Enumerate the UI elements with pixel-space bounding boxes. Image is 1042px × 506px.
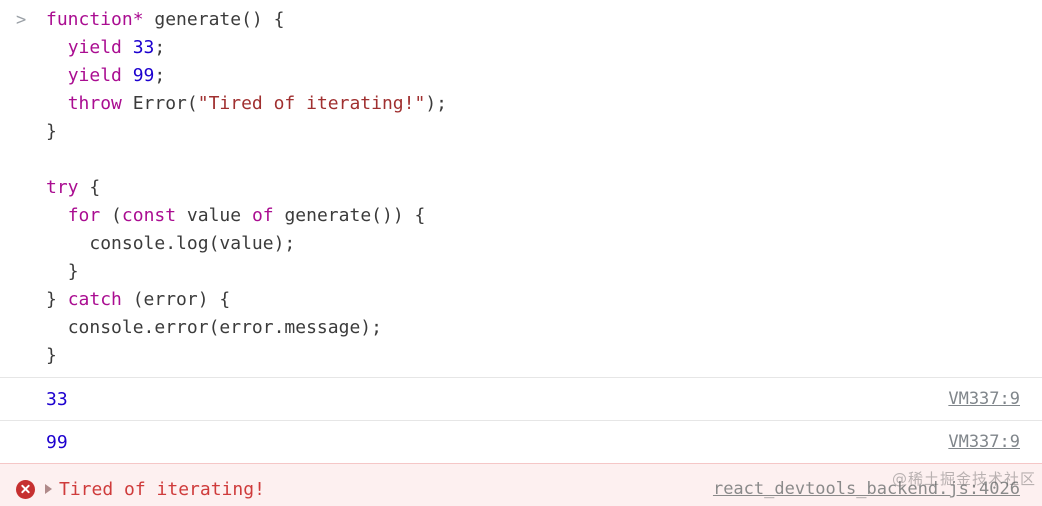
console-log-row[interactable]: 33 VM337:9 [0, 377, 1042, 420]
code-token-kw: yield [67, 65, 122, 86]
code-token-plain: { [78, 177, 101, 198]
console-source-link[interactable]: VM337:9 [948, 432, 1030, 452]
code-line: } [46, 258, 1042, 286]
disclosure-triangle-icon[interactable] [45, 484, 52, 494]
console-input-code: function* generate() { yield 33; yield 9… [46, 6, 1042, 370]
code-token-plain: generate() { [143, 9, 285, 30]
code-line: yield 33; [46, 34, 1042, 62]
code-token-kw: of [251, 205, 274, 226]
console-input-expression-row: > function* generate() { yield 33; yield… [0, 0, 1042, 377]
console-message-content: 33 [0, 389, 948, 410]
code-token-plain: } [46, 121, 57, 142]
code-token-kw: yield [67, 37, 122, 58]
console-prompt-arrow-icon: > [16, 10, 27, 30]
code-token-plain: ( [100, 205, 122, 226]
console-message-list: 33 VM337:9 99 VM337:9 Tired of iterating! rea… [0, 377, 1042, 506]
code-token-plain: generate()) { [273, 205, 426, 226]
code-line: } [46, 118, 1042, 146]
devtools-console-panel: > function* generate() { yield 33; yield… [0, 0, 1042, 506]
code-token-num: 99 [132, 65, 155, 86]
console-message-content: Tired of iterating! [0, 479, 713, 500]
code-line: yield 99; [46, 62, 1042, 90]
console-log-value: 33 [46, 388, 68, 410]
code-token-punc: ; [154, 65, 166, 86]
code-token-kw: try [46, 177, 79, 198]
console-log-row[interactable]: 99 VM337:9 [0, 420, 1042, 463]
code-token-kw: for [67, 205, 101, 226]
code-token-plain: value [176, 205, 252, 226]
code-token-punc: ); [425, 93, 447, 114]
code-token-plain: console.error(error.message); [67, 317, 382, 338]
code-token-plain: (error) { [121, 289, 231, 310]
code-line: try { [46, 174, 1042, 202]
console-source-link[interactable]: VM337:9 [948, 389, 1030, 409]
console-source-link[interactable]: react_devtools_backend.js:4026 [713, 479, 1030, 499]
code-line: console.error(error.message); [46, 314, 1042, 342]
code-line: } [46, 342, 1042, 370]
error-circle-x-icon [16, 479, 35, 499]
console-error-message: Tired of iterating! [59, 478, 265, 500]
code-token-plain: } [46, 289, 68, 310]
code-token-str: "Tired of iterating!" [197, 93, 426, 114]
code-line: function* generate() { [46, 6, 1042, 34]
code-token-kw: function* [46, 9, 144, 30]
code-token-kw: catch [67, 289, 122, 310]
code-token-punc: ; [154, 37, 166, 58]
code-token-kw: const [121, 205, 177, 226]
code-token-plain: console.log(value); [89, 233, 296, 254]
code-token-plain: } [46, 345, 57, 366]
code-token-num: 33 [132, 37, 155, 58]
console-message-content: 99 [0, 432, 948, 453]
code-line: throw Error("Tired of iterating!"); [46, 90, 1042, 118]
console-error-row[interactable]: Tired of iterating! react_devtools_backen… [0, 463, 1042, 506]
console-log-value: 99 [46, 431, 68, 453]
code-line: console.log(value); [46, 230, 1042, 258]
code-token-kw: throw [67, 93, 122, 114]
code-token-plain: } [67, 261, 79, 282]
code-token-plain: Error( [121, 93, 198, 114]
code-line: for (const value of generate()) { [46, 202, 1042, 230]
code-line: } catch (error) { [46, 286, 1042, 314]
